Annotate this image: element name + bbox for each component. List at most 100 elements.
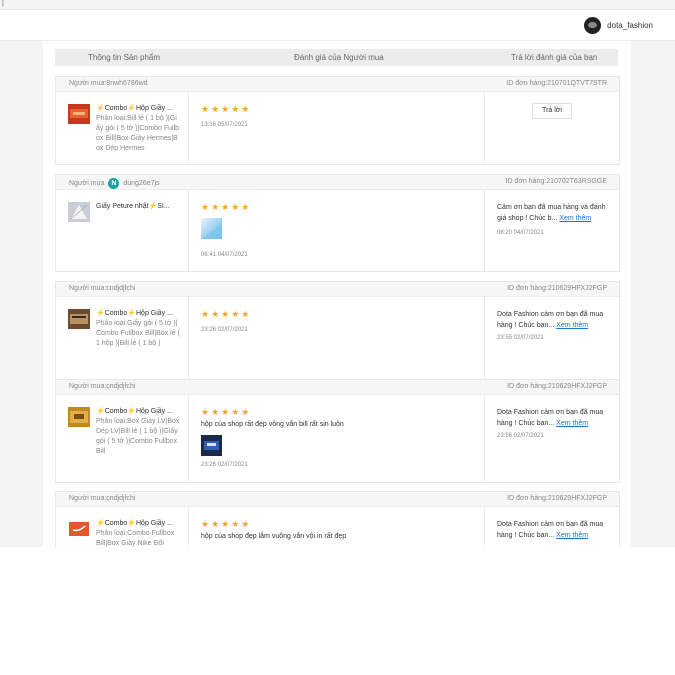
col-rating-header: Đánh giá của Người mua — [294, 53, 384, 62]
star-rating: ★★★★★ — [201, 104, 252, 114]
product-variation: Phân loại:Combo Fullbox Bill|Box Giày Ni… — [96, 530, 175, 547]
buyer-avatar: N — [108, 178, 120, 189]
buyer-username[interactable]: cndjdjfchi — [106, 495, 135, 502]
rating-cell: ★★★★★ 23:26 02/07/2021 — [189, 297, 485, 379]
buyer-info: Người mua: 8nwh6786wd — [69, 80, 148, 87]
reply-time: 23:56 02/07/2021 — [497, 433, 544, 439]
product-variation: Phân loại:Giấy gói ( 5 tờ )|Combo Fullbo… — [96, 320, 180, 347]
product-thumbnail[interactable] — [68, 202, 90, 222]
review-time: 23:26 02/07/2021 — [201, 327, 248, 333]
reviews-panel: Thông tin Sản phẩm Đánh giá của Người mu… — [43, 41, 631, 547]
buyer-label: Người mua — [69, 180, 105, 187]
review-row: Người mua: 8nwh6786wd ID đơn hàng:210701Q… — [55, 76, 620, 165]
order-id[interactable]: ID đơn hàng:210702T63RSGGE — [506, 178, 608, 185]
col-product-header: Thông tin Sản phẩm — [88, 53, 161, 62]
see-more-link[interactable]: Xem thêm — [556, 322, 588, 329]
buyer-username[interactable]: cndjdjfchi — [106, 285, 135, 292]
shop-account[interactable]: dota_fashion — [584, 17, 653, 34]
product-name[interactable]: ⚡Combo⚡Hộp Giầy ... — [96, 519, 180, 527]
review-header: Người mua: cndjdjfchi ID đơn hàng:210629H… — [56, 492, 619, 507]
table-header: Thông tin Sản phẩm Đánh giá của Người mu… — [55, 49, 618, 66]
order-id[interactable]: ID đơn hàng:210629HFXJ2FGP — [507, 495, 607, 502]
product-info: ⚡Combo⚡Hộp Giầy ... Phân loại:Combo Full… — [56, 507, 189, 547]
col-reply-header: Trả lời đánh giá của bạn — [511, 53, 598, 62]
product-variation: Phân loại:Bill lẻ ( 1 bộ )|Giấy gói ( 5 … — [96, 115, 180, 152]
product-thumbnail[interactable] — [68, 407, 90, 427]
order-id[interactable]: ID đơn hàng:210629HFXJ2FGP — [507, 383, 607, 390]
review-time: 13:16 05/07/2021 — [201, 122, 248, 128]
product-thumbnail[interactable] — [68, 519, 90, 539]
product-info: ⚡Combo⚡Hộp Giầy ... Phân loại:Bill lẻ ( … — [56, 92, 189, 164]
reply-text: Cảm ơn bạn đã mua hàng và đánh giá shop … — [497, 202, 609, 224]
shop-name: dota_fashion — [607, 21, 653, 30]
rating-cell: ★★★★★ 06:41 04/07/2021 — [189, 190, 485, 271]
review-comment: hộp của shop rất đẹp vông vắn bill rất s… — [201, 421, 344, 428]
reply-cell: Trả lời — [485, 92, 619, 164]
buyer-label: Người mua: — [69, 285, 107, 292]
review-row: Người mua: cndjdjfchi ID đơn hàng:210629H… — [55, 281, 620, 380]
buyer-username[interactable]: cndjdjfchi — [106, 383, 135, 390]
buyer-info: Người mua Ndung26e7js — [69, 178, 160, 189]
review-time: 23:26 02/07/2021 — [201, 462, 248, 468]
review-header: Người mua: cndjdjfchi ID đơn hàng:210629H… — [56, 380, 619, 395]
review-body: ⚡Combo⚡Hộp Giầy ... Phân loại:Giấy gói (… — [56, 297, 619, 379]
review-photo[interactable] — [201, 435, 222, 456]
reply-cell: Dota Fashion cảm ơn bạn đã mua hàng ! Ch… — [485, 297, 619, 379]
review-body: ⚡Combo⚡Hộp Giầy ... Phân loại:Box Giày L… — [56, 395, 619, 482]
reply-time: 08:20 04/07/2021 — [497, 230, 544, 236]
rating-cell: ★★★★★ hộp của shop rất đẹp vông vắn bill… — [189, 395, 485, 482]
reply-text: Dota Fashion cảm ơn bạn đã mua hàng ! Ch… — [497, 309, 609, 331]
product-thumbnail[interactable] — [68, 104, 90, 124]
browser-top-strip: | — [0, 0, 675, 10]
product-info: Giấy Peture nhật⚡SI... — [56, 190, 189, 271]
review-row: Người mua: cndjdjfchi ID đơn hàng:210629H… — [55, 491, 620, 547]
star-rating: ★★★★★ — [201, 202, 252, 212]
product-name[interactable]: Giấy Peture nhật⚡SI... — [96, 202, 176, 210]
review-comment: hộp của shop đẹp lắm vuông vắn vội in rấ… — [201, 533, 347, 540]
review-time: 06:41 04/07/2021 — [201, 252, 248, 258]
buyer-label: Người mua: — [69, 495, 107, 502]
top-header: dota_fashion — [0, 10, 675, 41]
order-id[interactable]: ID đơn hàng:210629HFXJ2FGP — [507, 285, 607, 292]
product-name[interactable]: ⚡Combo⚡Hộp Giầy ... — [96, 309, 180, 317]
buyer-label: Người mua: — [69, 80, 107, 87]
reply-cell: Dota Fashion cảm ơn bạn đã mua hàng ! Ch… — [485, 395, 619, 482]
reply-cell: Dota Fashion cảm ơn bạn đã mua hàng ! Ch… — [485, 507, 619, 547]
see-more-link[interactable]: Xem thêm — [556, 532, 588, 539]
buyer-username[interactable]: dung26e7js — [123, 180, 159, 187]
review-header: Người mua: 8nwh6786wd ID đơn hàng:210701Q… — [56, 77, 619, 92]
review-row: Người mua Ndung26e7js ID đơn hàng:210702T… — [55, 174, 620, 272]
star-rating: ★★★★★ — [201, 519, 252, 529]
reply-text: Dota Fashion cảm ơn bạn đã mua hàng ! Ch… — [497, 519, 609, 541]
buyer-info: Người mua: cndjdjfchi — [69, 285, 135, 292]
product-name[interactable]: ⚡Combo⚡Hộp Giầy ... — [96, 407, 180, 415]
review-header: Người mua Ndung26e7js ID đơn hàng:210702T… — [56, 175, 619, 190]
shop-avatar — [584, 17, 602, 34]
rating-cell: ★★★★★ 13:16 05/07/2021 — [189, 92, 485, 164]
top-strip-mark: | — [2, 0, 4, 7]
product-variation: Phân loại:Box Giày LV|Box Dép LV|Bill lẻ… — [96, 418, 180, 455]
review-body: ⚡Combo⚡Hộp Giầy ... Phân loại:Bill lẻ ( … — [56, 92, 619, 164]
see-more-link[interactable]: Xem thêm — [559, 215, 591, 222]
review-header: Người mua: cndjdjfchi ID đơn hàng:210629H… — [56, 282, 619, 297]
buyer-label: Người mua: — [69, 383, 107, 390]
rating-cell: ★★★★★ hộp của shop đẹp lắm vuông vắn vội… — [189, 507, 485, 547]
review-body: ⚡Combo⚡Hộp Giầy ... Phân loại:Combo Full… — [56, 507, 619, 547]
star-rating: ★★★★★ — [201, 309, 252, 319]
reply-text: Dota Fashion cảm ơn bạn đã mua hàng ! Ch… — [497, 407, 609, 429]
reply-cell: Cảm ơn bạn đã mua hàng và đánh giá shop … — [485, 190, 619, 271]
product-info: ⚡Combo⚡Hộp Giầy ... Phân loại:Giấy gói (… — [56, 297, 189, 379]
buyer-username[interactable]: 8nwh6786wd — [106, 80, 147, 87]
review-photo[interactable] — [201, 218, 222, 239]
order-id[interactable]: ID đơn hàng:210701QTVT7STR — [506, 80, 607, 87]
review-row: Người mua: cndjdjfchi ID đơn hàng:210629H… — [55, 379, 620, 483]
buyer-info: Người mua: cndjdjfchi — [69, 383, 135, 390]
star-rating: ★★★★★ — [201, 407, 252, 417]
product-thumbnail[interactable] — [68, 309, 90, 329]
reply-time: 23:55 02/07/2021 — [497, 335, 544, 341]
reply-button[interactable]: Trả lời — [532, 103, 572, 119]
product-name[interactable]: ⚡Combo⚡Hộp Giầy ... — [96, 104, 180, 112]
see-more-link[interactable]: Xem thêm — [556, 420, 588, 427]
product-info: ⚡Combo⚡Hộp Giầy ... Phân loại:Box Giày L… — [56, 395, 189, 482]
buyer-info: Người mua: cndjdjfchi — [69, 495, 135, 502]
